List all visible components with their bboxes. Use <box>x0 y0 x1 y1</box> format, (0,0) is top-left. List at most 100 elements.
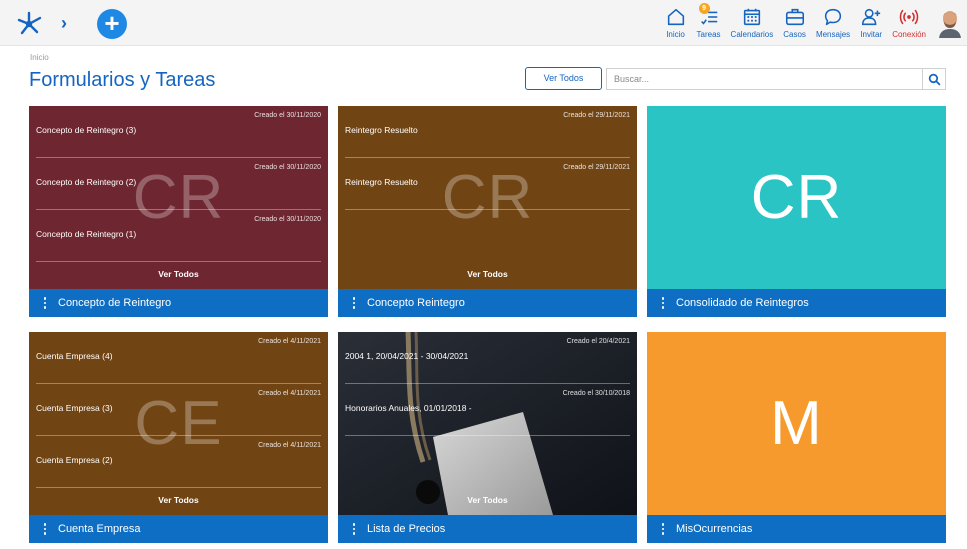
card-ver-todos-link[interactable]: Ver Todos <box>29 269 328 279</box>
nav-mensajes[interactable]: Mensajes <box>816 0 850 40</box>
card-body[interactable]: CR Creado el 29/11/2021 Reintegro Resuel… <box>338 106 637 289</box>
list-item[interactable]: Creado el 30/11/2020 Concepto de Reinteg… <box>29 158 328 210</box>
card-footer[interactable]: Lista de Precios <box>338 515 637 543</box>
nav-tareas[interactable]: 9 Tareas <box>697 0 721 40</box>
kebab-menu-icon[interactable] <box>40 297 50 309</box>
list-item[interactable]: Creado el 29/11/2021 Reintegro Resuelto <box>338 158 637 210</box>
card-footer[interactable]: MisOcurrencias <box>647 515 946 543</box>
nav-conexion-label: Conexión <box>892 30 926 39</box>
card-title: Concepto de Reintegro <box>58 297 172 309</box>
card-title: MisOcurrencias <box>676 523 753 535</box>
entry-name: Reintegro Resuelto <box>345 125 418 135</box>
entry-name: Cuenta Empresa (4) <box>36 351 113 361</box>
message-icon <box>824 8 842 26</box>
card-title: Consolidado de Reintegros <box>676 297 809 309</box>
card-cuenta-empresa[interactable]: CE Creado el 4/11/2021 Cuenta Empresa (4… <box>29 332 328 543</box>
card-body[interactable]: CR Creado el 30/11/2020 Concepto de Rein… <box>29 106 328 289</box>
nav-conexion[interactable]: Conexión <box>892 0 926 40</box>
entry-name: Cuenta Empresa (2) <box>36 455 113 465</box>
card-initials: M <box>770 389 823 458</box>
nav-casos[interactable]: Casos <box>783 0 806 40</box>
card-lista-de-precios[interactable]: Creado el 20/4/2021 2004 1, 20/04/2021 -… <box>338 332 637 543</box>
card-title: Lista de Precios <box>367 523 446 535</box>
nav-inicio[interactable]: Inicio <box>665 0 687 40</box>
search-input[interactable] <box>606 68 922 90</box>
entry-divider <box>345 435 630 436</box>
home-icon <box>667 8 684 26</box>
card-footer[interactable]: Concepto Reintegro <box>338 289 637 317</box>
user-avatar[interactable] <box>937 8 963 38</box>
entry-date: Creado el 30/10/2018 <box>562 390 630 397</box>
card-footer[interactable]: Consolidado de Reintegros <box>647 289 946 317</box>
entry-name: Honorarios Anuales, 01/01/2018 - <box>345 403 472 413</box>
nav-tareas-label: Tareas <box>696 30 721 39</box>
list-item[interactable]: Creado el 4/11/2021 Cuenta Empresa (3) <box>29 384 328 436</box>
card-body[interactable]: M <box>647 332 946 515</box>
entry-name: Reintegro Resuelto <box>345 177 418 187</box>
entry-name: Concepto de Reintegro (1) <box>36 229 137 239</box>
list-item[interactable]: Creado el 30/11/2020 Concepto de Reinteg… <box>29 210 328 262</box>
entry-name: Concepto de Reintegro (3) <box>36 125 137 135</box>
list-item[interactable]: Creado el 29/11/2021 Reintegro Resuelto <box>338 106 637 158</box>
entry-name: Cuenta Empresa (3) <box>36 403 113 413</box>
search-icon <box>928 73 940 85</box>
briefcase-icon <box>785 8 804 26</box>
card-body[interactable]: CE Creado el 4/11/2021 Cuenta Empresa (4… <box>29 332 328 515</box>
card-body[interactable]: Creado el 20/4/2021 2004 1, 20/04/2021 -… <box>338 332 637 515</box>
entry-date: Creado el 4/11/2021 <box>258 390 321 397</box>
kebab-menu-icon[interactable] <box>658 523 668 535</box>
entry-date: Creado el 29/11/2021 <box>563 112 630 119</box>
entry-date: Creado el 30/11/2020 <box>254 164 321 171</box>
entry-date: Creado el 30/11/2020 <box>254 112 321 119</box>
list-item[interactable]: Creado el 4/11/2021 Cuenta Empresa (4) <box>29 332 328 384</box>
ver-todos-button[interactable]: Ver Todos <box>525 67 602 90</box>
nav-mensajes-label: Mensajes <box>815 30 851 39</box>
top-bar: › + Inicio 9 Tareas Calendarios Casos Me… <box>0 0 967 46</box>
search-button[interactable] <box>922 68 946 90</box>
nav-calendarios-label: Calendarios <box>730 30 774 39</box>
entry-date: Creado el 4/11/2021 <box>258 338 321 345</box>
list-item[interactable]: Creado el 30/11/2020 Concepto de Reinteg… <box>29 106 328 158</box>
tareas-badge: 9 <box>698 3 710 14</box>
kebab-menu-icon[interactable] <box>658 297 668 309</box>
card-misocurrencias[interactable]: M MisOcurrencias <box>647 332 946 543</box>
add-button[interactable]: + <box>97 9 127 39</box>
kebab-menu-icon[interactable] <box>349 523 359 535</box>
list-item[interactable]: Creado el 4/11/2021 Cuenta Empresa (2) <box>29 436 328 488</box>
card-title: Concepto Reintegro <box>367 297 465 309</box>
card-body[interactable]: CR <box>647 106 946 289</box>
app-logo-icon[interactable] <box>14 9 44 37</box>
invite-user-icon <box>862 8 881 26</box>
entry-divider <box>345 209 630 210</box>
kebab-menu-icon[interactable] <box>349 297 359 309</box>
card-footer[interactable]: Concepto de Reintegro <box>29 289 328 317</box>
list-item[interactable]: Creado el 20/4/2021 2004 1, 20/04/2021 -… <box>338 332 637 384</box>
card-consolidado-de-reintegros[interactable]: CR Consolidado de Reintegros <box>647 106 946 317</box>
connection-icon <box>899 9 919 25</box>
nav-invitar[interactable]: Invitar <box>860 0 882 40</box>
nav-invitar-label: Invitar <box>860 30 883 39</box>
kebab-menu-icon[interactable] <box>40 523 50 535</box>
page-title: Formularios y Tareas <box>29 69 216 91</box>
nav-casos-label: Casos <box>783 30 806 39</box>
nav-inicio-label: Inicio <box>666 30 685 39</box>
card-ver-todos-link[interactable]: Ver Todos <box>29 495 328 505</box>
entry-divider <box>36 261 321 262</box>
entry-date: Creado el 4/11/2021 <box>258 442 321 449</box>
card-concepto-de-reintegro[interactable]: CR Creado el 30/11/2020 Concepto de Rein… <box>29 106 328 317</box>
user-avatar-icon <box>937 8 963 38</box>
card-ver-todos-link[interactable]: Ver Todos <box>338 269 637 279</box>
card-footer[interactable]: Cuenta Empresa <box>29 515 328 543</box>
entry-date: Creado el 29/11/2021 <box>563 164 630 171</box>
nav-calendarios[interactable]: Calendarios <box>730 0 774 40</box>
entry-date: Creado el 20/4/2021 <box>566 338 630 345</box>
card-initials: CR <box>750 163 843 232</box>
card-ver-todos-link[interactable]: Ver Todos <box>338 495 637 505</box>
expand-chevron-icon[interactable]: › <box>61 13 75 33</box>
list-item[interactable]: Creado el 30/10/2018 Honorarios Anuales,… <box>338 384 637 436</box>
breadcrumb[interactable]: Inicio <box>30 53 49 62</box>
calendar-icon <box>743 8 761 26</box>
card-concepto-reintegro[interactable]: CR Creado el 29/11/2021 Reintegro Resuel… <box>338 106 637 317</box>
main-nav: Inicio 9 Tareas Calendarios Casos Mensaj… <box>660 0 967 46</box>
card-title: Cuenta Empresa <box>58 523 141 535</box>
